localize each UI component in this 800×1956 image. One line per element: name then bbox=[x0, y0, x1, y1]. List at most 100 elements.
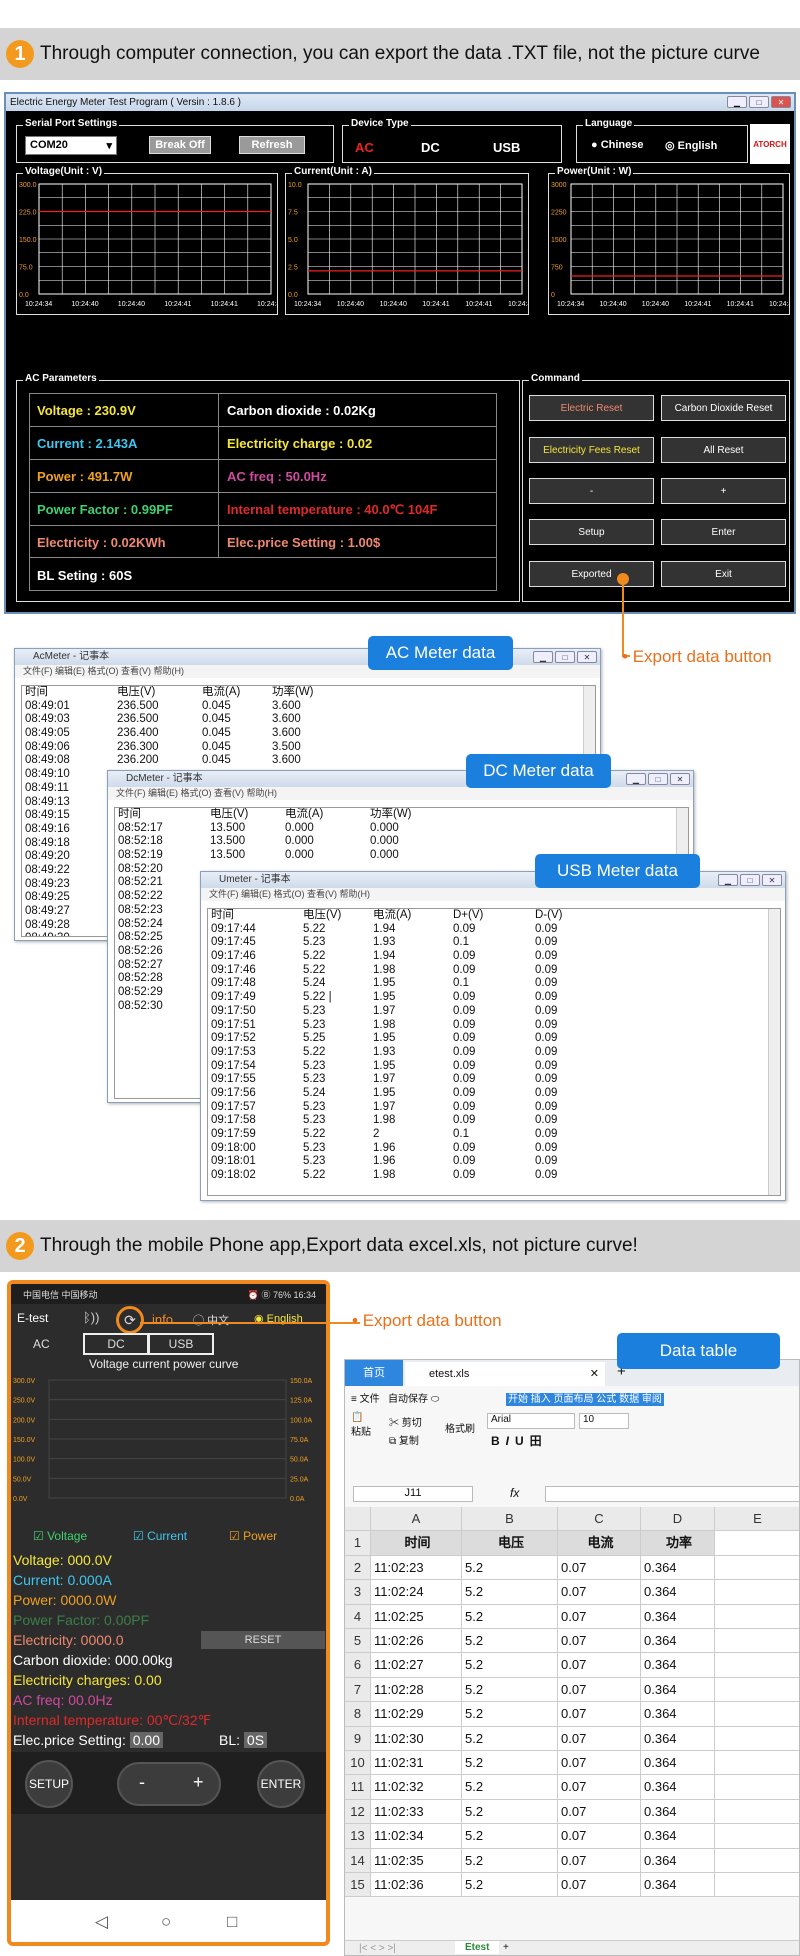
maximize-icon[interactable]: □ bbox=[740, 874, 760, 886]
data-cell[interactable]: 0.07 bbox=[558, 1629, 641, 1654]
maximize-icon[interactable]: □ bbox=[749, 96, 769, 108]
autosave-toggle[interactable]: 自动保存 bbox=[388, 1394, 428, 1405]
row-header[interactable]: 1 bbox=[345, 1531, 371, 1556]
exported-button[interactable]: Exported bbox=[529, 561, 654, 587]
recents-icon[interactable]: □ bbox=[227, 1912, 237, 1932]
sheet-nav-icon[interactable]: |< < > >| bbox=[359, 1943, 396, 1954]
info-link[interactable]: info bbox=[152, 1312, 173, 1327]
column-header[interactable]: E bbox=[715, 1507, 799, 1532]
data-cell[interactable]: 11:02:34 bbox=[371, 1824, 462, 1849]
fees-reset-button[interactable]: Electricity Fees Reset bbox=[529, 437, 654, 463]
font-size-select[interactable]: 10 bbox=[579, 1413, 629, 1429]
empty-cell[interactable] bbox=[715, 1824, 799, 1849]
data-cell[interactable]: 0.364 bbox=[641, 1580, 715, 1605]
exit-button[interactable]: Exit bbox=[661, 561, 786, 587]
data-cell[interactable]: 11:02:32 bbox=[371, 1775, 462, 1800]
data-cell[interactable]: 11:02:31 bbox=[371, 1751, 462, 1776]
price-value[interactable]: 0.00 bbox=[129, 1732, 163, 1748]
data-cell[interactable]: 0.364 bbox=[641, 1848, 715, 1873]
row-header[interactable]: 8 bbox=[345, 1702, 371, 1727]
data-cell[interactable]: 11:02:24 bbox=[371, 1580, 462, 1605]
data-cell[interactable]: 5.2 bbox=[462, 1580, 558, 1605]
maximize-icon[interactable]: □ bbox=[648, 773, 668, 785]
column-header[interactable]: A bbox=[371, 1507, 462, 1532]
row-header[interactable]: 11 bbox=[345, 1775, 371, 1800]
phone-enter-button[interactable]: ENTER bbox=[257, 1760, 305, 1808]
data-cell[interactable]: 0.364 bbox=[641, 1677, 715, 1703]
header-cell[interactable] bbox=[715, 1531, 799, 1556]
lang-chinese-radio[interactable]: ● Chinese bbox=[591, 139, 644, 151]
data-cell[interactable]: 5.2 bbox=[462, 1848, 558, 1873]
data-cell[interactable]: 0.364 bbox=[641, 1702, 715, 1727]
copy-button[interactable]: ⧉ 复制 bbox=[389, 1432, 419, 1447]
phone-setup-button[interactable]: SETUP bbox=[25, 1760, 73, 1808]
port-select[interactable]: COM20 ▾ bbox=[25, 136, 117, 155]
minimize-icon[interactable]: ▁ bbox=[533, 651, 553, 663]
data-cell[interactable]: 0.364 bbox=[641, 1799, 715, 1825]
empty-cell[interactable] bbox=[715, 1653, 799, 1678]
enter-button[interactable]: Enter bbox=[661, 519, 786, 545]
data-cell[interactable]: 5.2 bbox=[462, 1555, 558, 1581]
row-header[interactable]: 5 bbox=[345, 1629, 371, 1654]
empty-cell[interactable] bbox=[715, 1873, 799, 1898]
sheet-tab[interactable]: Etest bbox=[455, 1941, 500, 1954]
header-cell[interactable]: 时间 bbox=[371, 1531, 462, 1556]
row-header[interactable]: 12 bbox=[345, 1799, 371, 1825]
header-cell[interactable]: 功率 bbox=[641, 1531, 715, 1556]
cut-button[interactable]: ✂ 剪切 bbox=[389, 1414, 422, 1429]
empty-cell[interactable] bbox=[715, 1677, 799, 1703]
close-icon[interactable]: ✕ bbox=[771, 96, 791, 108]
data-cell[interactable]: 0.364 bbox=[641, 1629, 715, 1654]
lang-cn-radio[interactable]: ◯ 中文 bbox=[193, 1312, 229, 1328]
data-cell[interactable]: 5.2 bbox=[462, 1751, 558, 1776]
column-header[interactable]: C bbox=[558, 1507, 641, 1532]
data-cell[interactable]: 0.07 bbox=[558, 1799, 641, 1825]
co2-reset-button[interactable]: Carbon Dioxide Reset bbox=[661, 395, 786, 421]
data-cell[interactable]: 0.364 bbox=[641, 1604, 715, 1629]
lang-english-radio[interactable]: ◎ English bbox=[665, 139, 717, 152]
file-tab[interactable]: etest.xls ✕ bbox=[405, 1362, 605, 1386]
data-cell[interactable]: 0.07 bbox=[558, 1726, 641, 1751]
row-header[interactable]: 13 bbox=[345, 1824, 371, 1849]
empty-cell[interactable] bbox=[715, 1751, 799, 1776]
file-menu[interactable]: ≡ 文件 bbox=[351, 1394, 380, 1405]
close-icon[interactable]: ✕ bbox=[670, 773, 690, 785]
data-cell[interactable]: 0.07 bbox=[558, 1604, 641, 1629]
close-icon[interactable]: ✕ bbox=[762, 874, 782, 886]
row-header[interactable]: 6 bbox=[345, 1653, 371, 1678]
data-cell[interactable]: 5.2 bbox=[462, 1677, 558, 1703]
back-icon[interactable]: ◁ bbox=[95, 1912, 108, 1932]
maximize-icon[interactable]: □ bbox=[555, 651, 575, 663]
row-header[interactable]: 14 bbox=[345, 1848, 371, 1873]
phone-plus-button[interactable]: + bbox=[193, 1772, 204, 1793]
data-cell[interactable]: 5.2 bbox=[462, 1653, 558, 1678]
data-cell[interactable]: 0.07 bbox=[558, 1580, 641, 1605]
font-select[interactable]: Arial bbox=[487, 1413, 575, 1429]
formula-bar[interactable] bbox=[545, 1486, 799, 1502]
data-cell[interactable]: 11:02:26 bbox=[371, 1629, 462, 1654]
data-cell[interactable]: 0.364 bbox=[641, 1775, 715, 1800]
empty-cell[interactable] bbox=[715, 1799, 799, 1825]
data-cell[interactable]: 5.2 bbox=[462, 1726, 558, 1751]
row-header[interactable]: 10 bbox=[345, 1751, 371, 1776]
row-header[interactable]: 3 bbox=[345, 1580, 371, 1605]
add-sheet-button[interactable]: + bbox=[503, 1942, 509, 1953]
empty-cell[interactable] bbox=[715, 1726, 799, 1751]
data-cell[interactable]: 0.364 bbox=[641, 1726, 715, 1751]
tab-dc[interactable]: DC bbox=[83, 1333, 149, 1355]
minimize-icon[interactable]: ▁ bbox=[727, 96, 747, 108]
paste-button[interactable]: 📋 粘贴 bbox=[351, 1412, 371, 1438]
data-cell[interactable]: 0.364 bbox=[641, 1555, 715, 1581]
check-power[interactable]: ☑ Power bbox=[229, 1529, 277, 1543]
plus-button[interactable]: + bbox=[661, 478, 786, 504]
minimize-icon[interactable]: ▁ bbox=[718, 874, 738, 886]
home-icon[interactable]: ○ bbox=[161, 1912, 171, 1932]
notepad-menu[interactable]: 文件(F) 编辑(E) 格式(O) 查看(V) 帮助(H) bbox=[108, 787, 693, 800]
data-cell[interactable]: 0.364 bbox=[641, 1824, 715, 1849]
empty-cell[interactable] bbox=[715, 1580, 799, 1605]
check-current[interactable]: ☑ Current bbox=[133, 1529, 187, 1543]
empty-cell[interactable] bbox=[715, 1848, 799, 1873]
tab-ac[interactable]: AC bbox=[33, 1337, 50, 1351]
row-header[interactable]: 9 bbox=[345, 1726, 371, 1751]
row-header[interactable]: 2 bbox=[345, 1555, 371, 1581]
